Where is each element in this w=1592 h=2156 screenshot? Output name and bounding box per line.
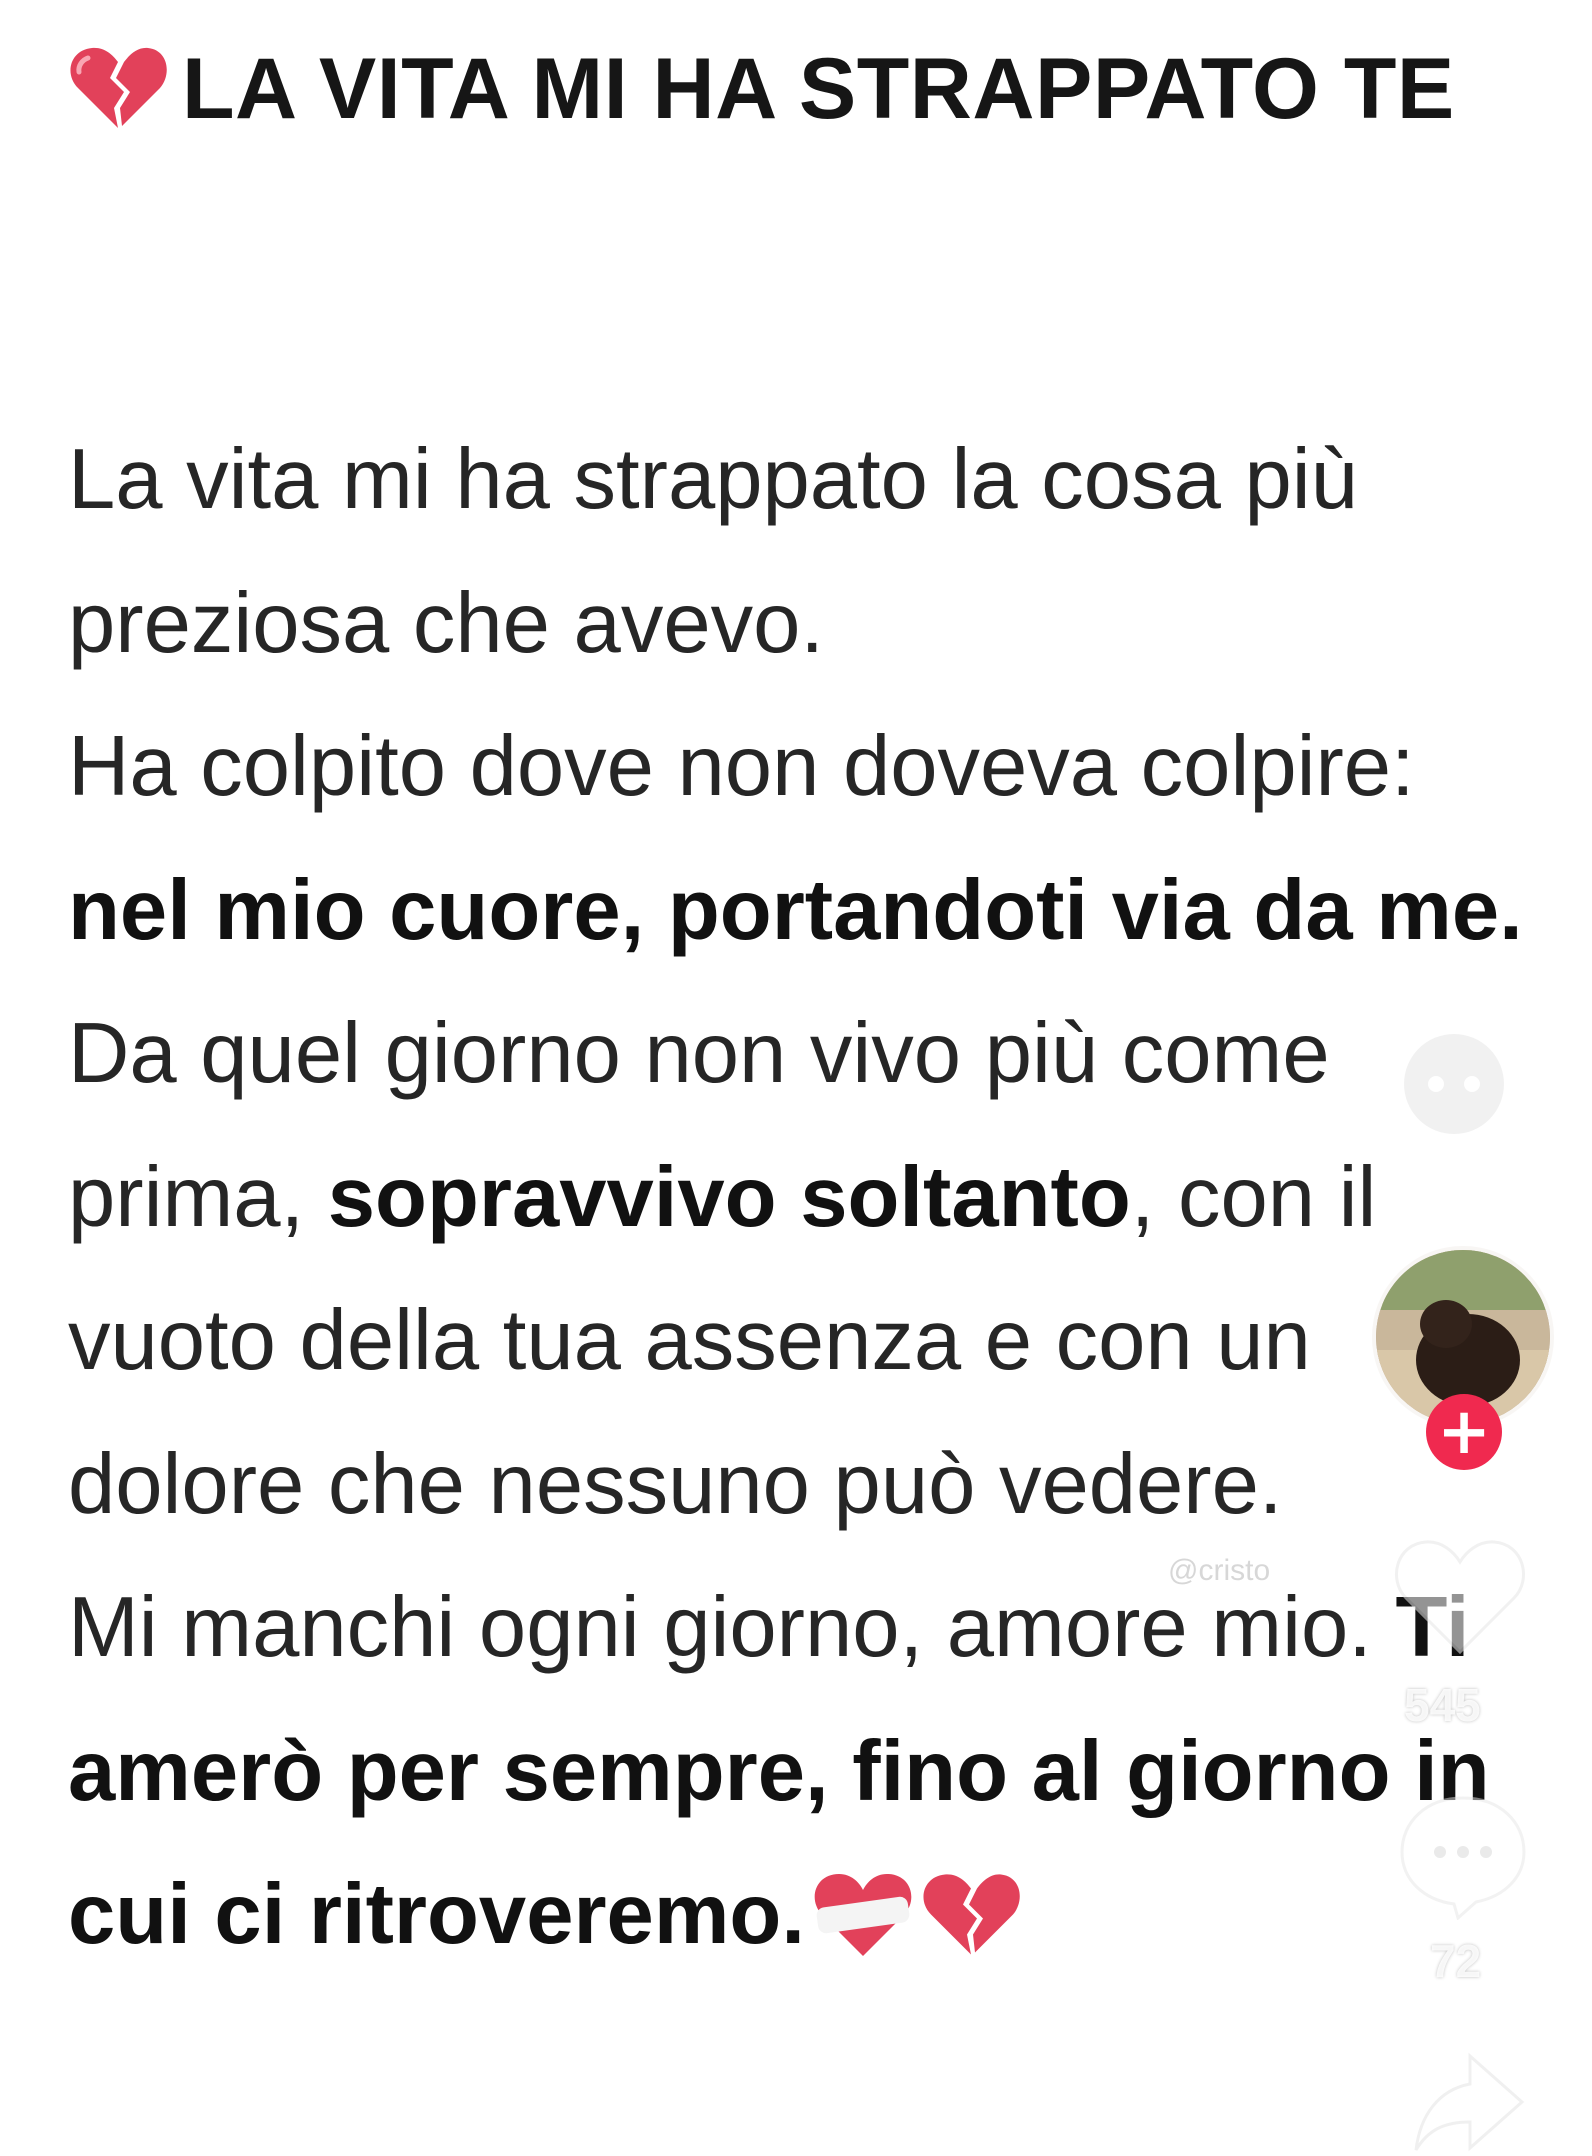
post-content: LA VITA MI HA STRAPPATO TE La vita mi ha… [68, 18, 1528, 1962]
share-icon[interactable] [1410, 2050, 1530, 2156]
comment-count: 72 [1430, 1935, 1482, 1987]
comment-icon[interactable] [1396, 1790, 1530, 1920]
chat-bubble-icon[interactable] [1398, 1028, 1510, 1140]
post-title: LA VITA MI HA STRAPPATO TE [68, 18, 1528, 160]
follow-button[interactable]: + [1426, 1394, 1502, 1470]
like-count: 545 [1404, 1679, 1481, 1731]
body-paragraph: La vita mi ha strappato la cosa più prez… [68, 432, 1358, 671]
bandaged-heart-icon [814, 1874, 912, 1956]
broken-heart-icon [70, 47, 167, 128]
body-paragraph: Ha colpito dove non doveva colpire: nel … [68, 719, 1523, 958]
body-paragraph: Da quel giorno non vivo più come prima, … [68, 1006, 1377, 1532]
broken-heart-icon [923, 1874, 1020, 1955]
body-paragraph: Mi manchi ogni giorno, amore mio. Ti ame… [68, 1580, 1490, 1962]
heart-icon[interactable] [1390, 1530, 1530, 1660]
author-handle[interactable]: @cristo [1168, 1554, 1270, 1588]
post-body: La vita mi ha strappato la cosa più prez… [68, 408, 1528, 1987]
